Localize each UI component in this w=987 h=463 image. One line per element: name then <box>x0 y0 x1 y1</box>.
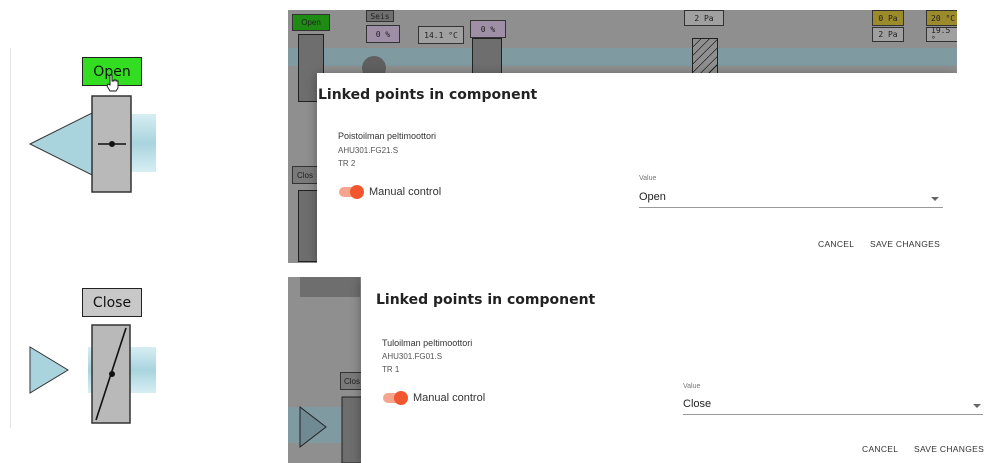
value-text: Close <box>683 398 712 410</box>
manual-control-label: Manual control <box>369 186 442 198</box>
cancel-button[interactable]: CANCEL <box>862 444 898 454</box>
value-underline <box>683 414 983 415</box>
bg-clos-label[interactable]: Clos <box>292 166 318 184</box>
component-tr: TR 2 <box>338 159 356 168</box>
close-damper-illustration <box>28 323 158 425</box>
bg-pressure-3: 2 Pa <box>872 27 904 42</box>
component-name: Poistoilman peltimoottori <box>338 131 437 141</box>
bg-percent-2: 0 % <box>470 20 506 38</box>
dialog-top: Linked points in component Poistoilman p… <box>317 73 957 263</box>
bg-fan-percent: 0 % <box>366 25 400 43</box>
save-changes-button[interactable]: SAVE CHANGES <box>870 239 940 249</box>
component-tr: TR 1 <box>382 365 400 374</box>
close-damper-graphic <box>29 324 156 424</box>
value-underline <box>639 207 943 208</box>
bg-pressure-1: 2 Pa <box>684 10 724 26</box>
chevron-down-icon <box>931 197 939 201</box>
toggle-knob <box>394 391 408 405</box>
bg-seis-label: Seis <box>366 10 394 22</box>
bg-temp-1: 14.1 °C <box>418 26 464 44</box>
close-button[interactable]: Close <box>82 288 142 317</box>
manual-control-toggle[interactable] <box>383 390 409 406</box>
cancel-button[interactable]: CANCEL <box>818 239 854 249</box>
value-select[interactable]: Value Close <box>683 383 983 417</box>
manual-control-toggle[interactable] <box>339 184 365 200</box>
component-id: AHU301.FG01.S <box>382 352 443 361</box>
open-damper-illustration <box>28 94 158 194</box>
manual-control-label: Manual control <box>413 392 486 404</box>
left-divider <box>10 48 11 428</box>
bg-temp-3: 19.5 ° <box>926 26 957 44</box>
bg-pressure-2: 0 Pa <box>872 10 904 26</box>
value-select[interactable]: Value Open <box>639 175 943 209</box>
chevron-down-icon <box>973 404 981 408</box>
hand-cursor-icon <box>106 74 120 92</box>
dialog-title: Linked points in component <box>318 87 538 103</box>
dialog-bottom: Linked points in component Tuloilman pel… <box>361 277 987 463</box>
open-damper-graphic <box>28 95 156 193</box>
value-label: Value <box>639 175 657 182</box>
value-label: Value <box>683 383 701 390</box>
bg-temp-2: 20 °C <box>926 10 957 26</box>
save-changes-button[interactable]: SAVE CHANGES <box>914 444 984 454</box>
bg-open-button[interactable]: Open <box>292 14 330 31</box>
toggle-knob <box>350 185 364 199</box>
duct-band <box>288 48 957 66</box>
value-text: Open <box>639 191 666 203</box>
bg-close-damper <box>299 396 362 463</box>
dialog-title: Linked points in component <box>376 292 596 308</box>
top-screenshot: Open Seis 0 % 14.1 °C 0 % 2 Pa 0 Pa 2 Pa… <box>288 10 957 263</box>
bg-top-shape <box>300 277 360 297</box>
component-name: Tuloilman peltimoottori <box>382 338 473 348</box>
bottom-screenshot: Clos Linked points in component Tuloilma… <box>288 277 987 463</box>
component-id: AHU301.FG21.S <box>338 146 399 155</box>
